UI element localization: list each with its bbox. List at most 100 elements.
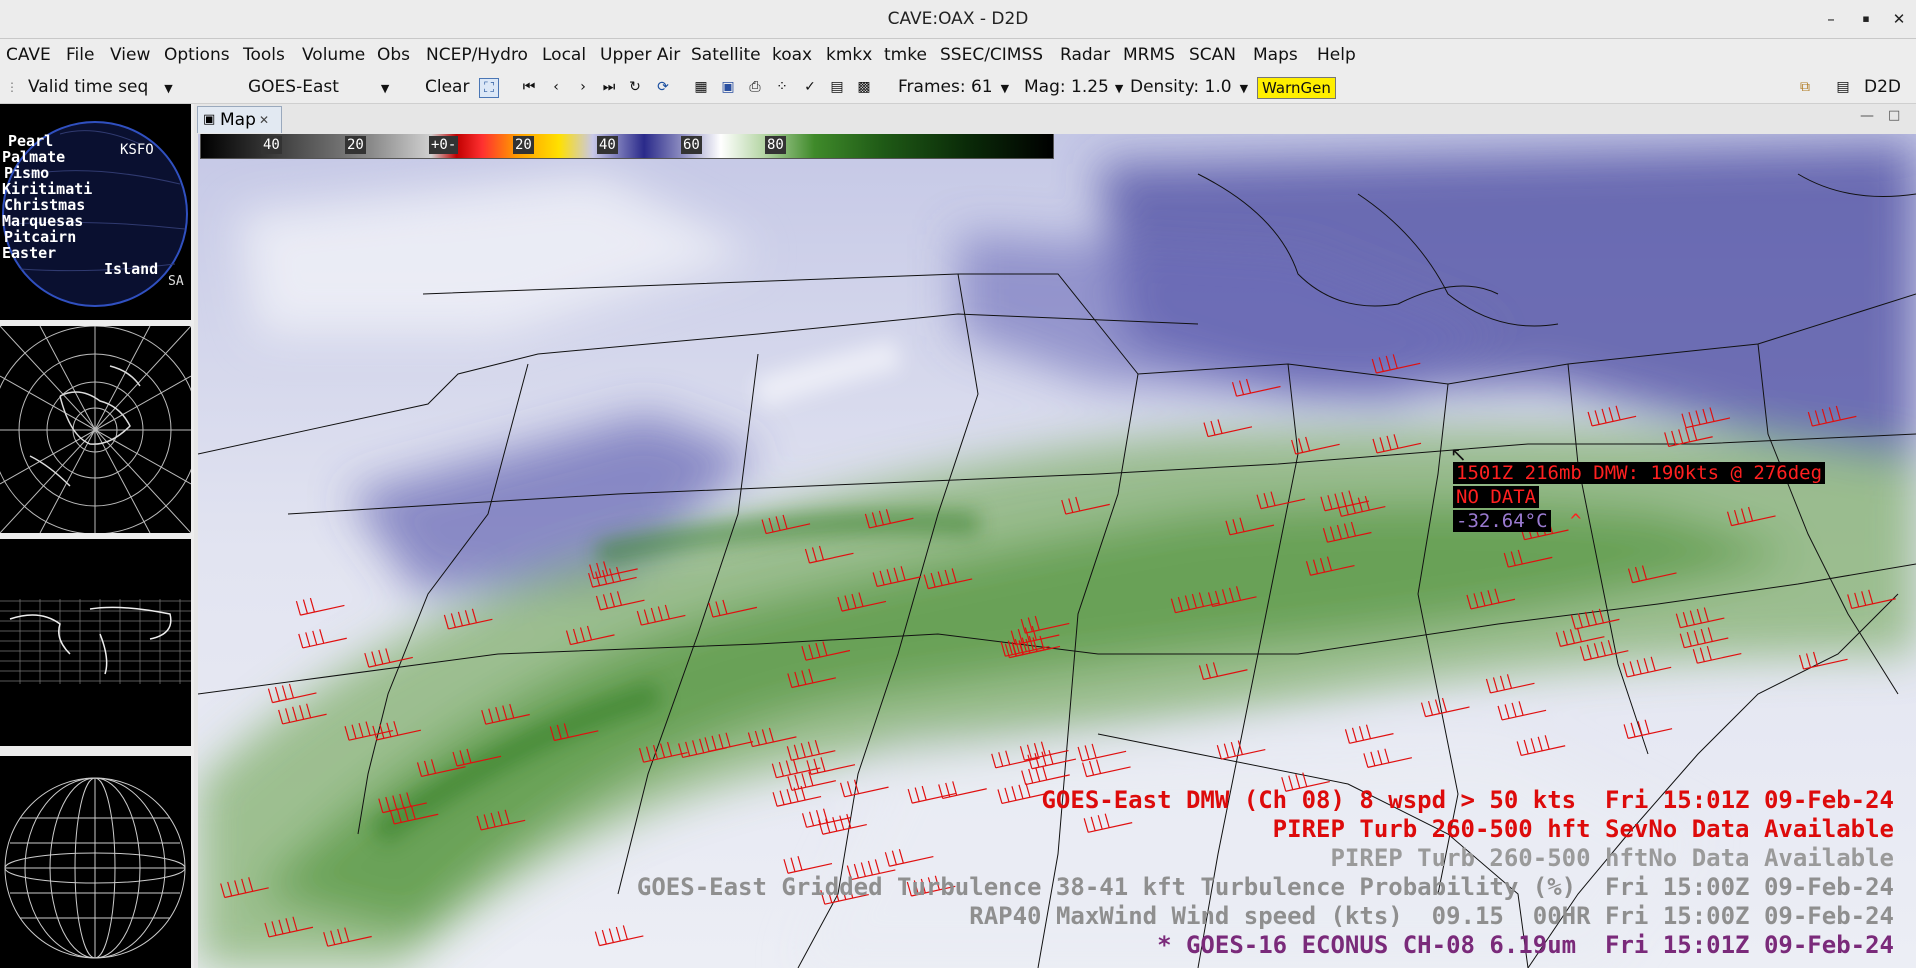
tab-map-label: Map — [220, 110, 256, 130]
time-mode-dropdown[interactable]: Valid time seq ▼ — [28, 71, 173, 105]
menu-help[interactable]: Help — [1317, 39, 1356, 71]
corner-label: SA — [168, 274, 184, 289]
close-tab-icon[interactable]: ✕ — [259, 107, 269, 133]
chevron-down-icon: ▼ — [380, 82, 390, 95]
menu-kmkx[interactable]: kmkx — [826, 39, 872, 71]
density-value: Density: 1.0 — [1130, 77, 1232, 97]
four-panel-icon[interactable]: ▩ — [855, 78, 873, 96]
close-button[interactable]: ✕ — [1888, 8, 1910, 30]
zoom-extent-icon[interactable]: ⛶ — [479, 78, 499, 98]
menu-obs[interactable]: Obs — [377, 39, 410, 71]
menu-file[interactable]: File — [66, 39, 94, 71]
satellite-dropdown[interactable]: GOES-East ▼ — [248, 71, 389, 105]
main-toolbar: ⋮ Valid time seq ▼ GOES-East ▼ Clear ⛶ ⏮ ‹… — [0, 71, 1916, 104]
menu-volume[interactable]: Volume — [302, 39, 365, 71]
maximize-button[interactable]: ▪ — [1855, 8, 1877, 30]
chevron-down-icon: ▼ — [1239, 82, 1249, 95]
map-tab-icon: ▣ — [203, 112, 216, 127]
sample-readout-marker: ^ — [1570, 510, 1582, 532]
thumbnail-globe-grid[interactable] — [0, 756, 191, 968]
sample-readout-line1: 1501Z 216mb DMW: 190kts @ 276deg — [1453, 462, 1826, 484]
globe-grid-map — [4, 777, 186, 959]
thumbnail-polar-projection[interactable] — [0, 326, 191, 533]
map-display[interactable]: 40 20 +0- 20 40 60 80 1501Z 216mb DMW: 190kts … — [198, 134, 1916, 968]
colorbar-tick-label: 80 — [765, 136, 786, 154]
place-label: Easter — [2, 244, 57, 262]
polar-projection-map — [0, 326, 191, 533]
minimize-button[interactable]: – — [1820, 8, 1842, 30]
menu-tools[interactable]: Tools — [243, 39, 285, 71]
step-back-icon[interactable]: ‹ — [547, 78, 565, 96]
clear-button[interactable]: Clear — [425, 71, 469, 103]
step-forward-icon[interactable]: › — [574, 78, 592, 96]
sample-icon[interactable]: ✓ — [801, 78, 819, 96]
legend-line-2[interactable]: PIREP Turb 260-500 hft SevNo Data Availa… — [1273, 815, 1894, 843]
satellite-value: GOES-East — [248, 77, 339, 97]
first-frame-icon[interactable]: ⏮ — [520, 78, 538, 96]
colorbar: 40 20 +0- 20 40 60 80 — [200, 134, 1054, 159]
warngen-button[interactable]: WarnGen — [1257, 77, 1336, 99]
legend-line-6[interactable]: * GOES-16 ECONUS CH-08 6.19um Fri 15:01Z… — [1157, 931, 1894, 959]
menu-upper-air[interactable]: Upper Air — [600, 39, 680, 71]
menu-local[interactable]: Local — [542, 39, 586, 71]
last-frame-icon[interactable]: ⏭ — [600, 78, 618, 96]
colorbar-tick-label: 20 — [513, 136, 534, 154]
sample-readout-line2: NO DATA — [1453, 486, 1540, 508]
print-icon[interactable]: ⎙ — [746, 78, 764, 96]
colorbar-tick-label: 20 — [345, 136, 366, 154]
points-icon[interactable]: ⁘ — [773, 78, 791, 96]
menu-bar: CAVE File View Options Tools Volume Obs … — [0, 39, 1916, 71]
time-mode-value: Valid time seq — [28, 77, 149, 97]
menu-scan[interactable]: SCAN — [1189, 39, 1236, 71]
menu-view[interactable]: View — [110, 39, 150, 71]
menu-tmke[interactable]: tmke — [884, 39, 927, 71]
colorbar-tick-label: 40 — [597, 136, 618, 154]
tab-map[interactable]: ▣ Map ✕ — [197, 106, 282, 133]
image-properties-icon[interactable]: ▦ — [692, 78, 710, 96]
chevron-down-icon: ▼ — [164, 82, 173, 95]
menu-cave[interactable]: CAVE — [6, 39, 51, 71]
menu-maps[interactable]: Maps — [1253, 39, 1298, 71]
chevron-down-icon: ▼ — [1000, 82, 1010, 95]
thumbnail-panel: KSFO SA Pearl Palmate Pismo Kiritimati Chris… — [0, 104, 194, 968]
place-label: Island — [104, 260, 159, 278]
thumbnail-pacific-globe[interactable]: KSFO SA Pearl Palmate Pismo Kiritimati Chris… — [0, 104, 191, 320]
loop-properties-icon[interactable]: ⟳ — [654, 78, 672, 96]
frames-value: Frames: 61 — [898, 77, 993, 97]
loop-icon[interactable]: ↻ — [626, 78, 644, 96]
cursor-arrow-icon: ↖ — [1450, 442, 1467, 466]
chevron-down-icon: ▼ — [1114, 82, 1124, 95]
magnification-value: Mag: 1.25 — [1024, 77, 1109, 97]
legend-line-4[interactable]: GOES-East Gridded Turbulence 38-41 kft T… — [637, 873, 1894, 901]
frames-dropdown[interactable]: Frames: 61 ▼ — [898, 71, 1009, 105]
menu-mrms[interactable]: MRMS — [1123, 39, 1175, 71]
open-perspective-icon[interactable]: ⧉ — [1796, 78, 1814, 96]
menu-options[interactable]: Options — [164, 39, 230, 71]
menu-koax[interactable]: koax — [772, 39, 812, 71]
d2d-perspective-icon: ▤ — [1836, 79, 1850, 95]
d2d-perspective-button[interactable]: D2D — [1864, 71, 1901, 103]
menu-ssec-cimss[interactable]: SSEC/CIMSS — [940, 39, 1043, 71]
station-label-ksfo: KSFO — [120, 142, 154, 158]
legend-line-1[interactable]: GOES-East DMW (Ch 08) 8 wspd > 50 kts Fr… — [1041, 786, 1894, 814]
density-dropdown[interactable]: Density: 1.0 ▼ — [1130, 71, 1248, 105]
window-titlebar: CAVE:OAX - D2D – ▪ ✕ — [0, 0, 1916, 39]
window-title: CAVE:OAX - D2D — [887, 9, 1029, 29]
image-combination-icon[interactable]: ▣ — [719, 78, 737, 96]
menu-satellite[interactable]: Satellite — [691, 39, 761, 71]
sample-readout-line3: -32.64°C — [1453, 510, 1551, 532]
minimize-view-icon[interactable]: — — [1860, 108, 1874, 124]
toolbar-grip-icon: ⋮ — [6, 80, 18, 94]
colorbar-tick-label: +0- — [429, 136, 459, 154]
menu-radar[interactable]: Radar — [1060, 39, 1110, 71]
thumbnail-world-mercator[interactable] — [0, 539, 191, 746]
menu-ncep-hydro[interactable]: NCEP/Hydro — [426, 39, 528, 71]
world-mercator-map — [0, 599, 191, 684]
panel-layout-icon[interactable]: ▤ — [828, 78, 846, 96]
legend-line-5[interactable]: RAP40 MaxWind Wind speed (kts) 09.15 00H… — [969, 902, 1894, 930]
maximize-view-icon[interactable]: □ — [1888, 108, 1900, 123]
colorbar-tick-label: 60 — [681, 136, 702, 154]
magnification-dropdown[interactable]: Mag: 1.25 ▼ — [1024, 71, 1123, 105]
legend-line-3[interactable]: PIREP Turb 260-500 hftNo Data Available — [1330, 844, 1894, 872]
colorbar-tick-label: 40 — [261, 136, 282, 154]
